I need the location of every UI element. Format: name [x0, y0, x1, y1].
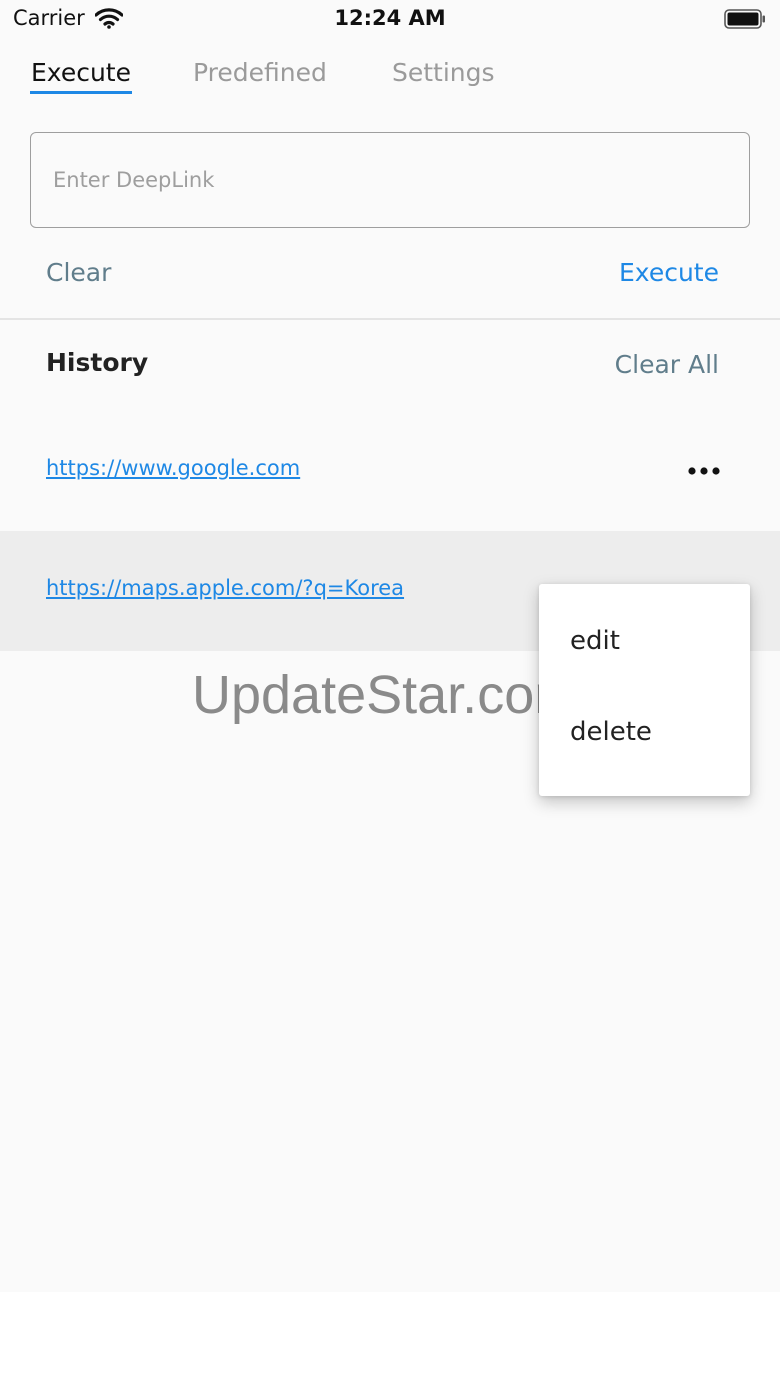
history-title: History — [46, 348, 149, 377]
active-tab-indicator — [30, 91, 132, 94]
tab-settings[interactable]: Settings — [392, 56, 495, 90]
context-menu: edit delete — [539, 584, 750, 796]
tab-predefined[interactable]: Predefined — [193, 56, 327, 90]
status-bar: Carrier 12:24 AM — [0, 0, 780, 40]
menu-item-delete[interactable]: delete — [570, 717, 652, 747]
execute-button[interactable]: Execute — [619, 256, 719, 290]
tab-execute[interactable]: Execute — [31, 56, 131, 90]
status-time: 12:24 AM — [334, 6, 446, 30]
history-link[interactable]: https://maps.apple.com/?q=Korea — [46, 576, 404, 600]
app-screen: Carrier 12:24 AM Execute Predefined Sett… — [0, 0, 780, 1292]
watermark-text: UpdateStar.com — [192, 665, 580, 725]
battery-icon — [724, 9, 765, 29]
deeplink-input[interactable] — [30, 132, 750, 228]
menu-item-edit[interactable]: edit — [570, 626, 620, 656]
section-divider — [0, 318, 780, 320]
history-link[interactable]: https://www.google.com — [46, 456, 300, 480]
more-horizontal-icon[interactable] — [684, 461, 724, 481]
clear-button[interactable]: Clear — [46, 256, 111, 290]
history-item[interactable]: https://www.google.com — [0, 411, 780, 531]
clear-all-button[interactable]: Clear All — [615, 348, 719, 382]
